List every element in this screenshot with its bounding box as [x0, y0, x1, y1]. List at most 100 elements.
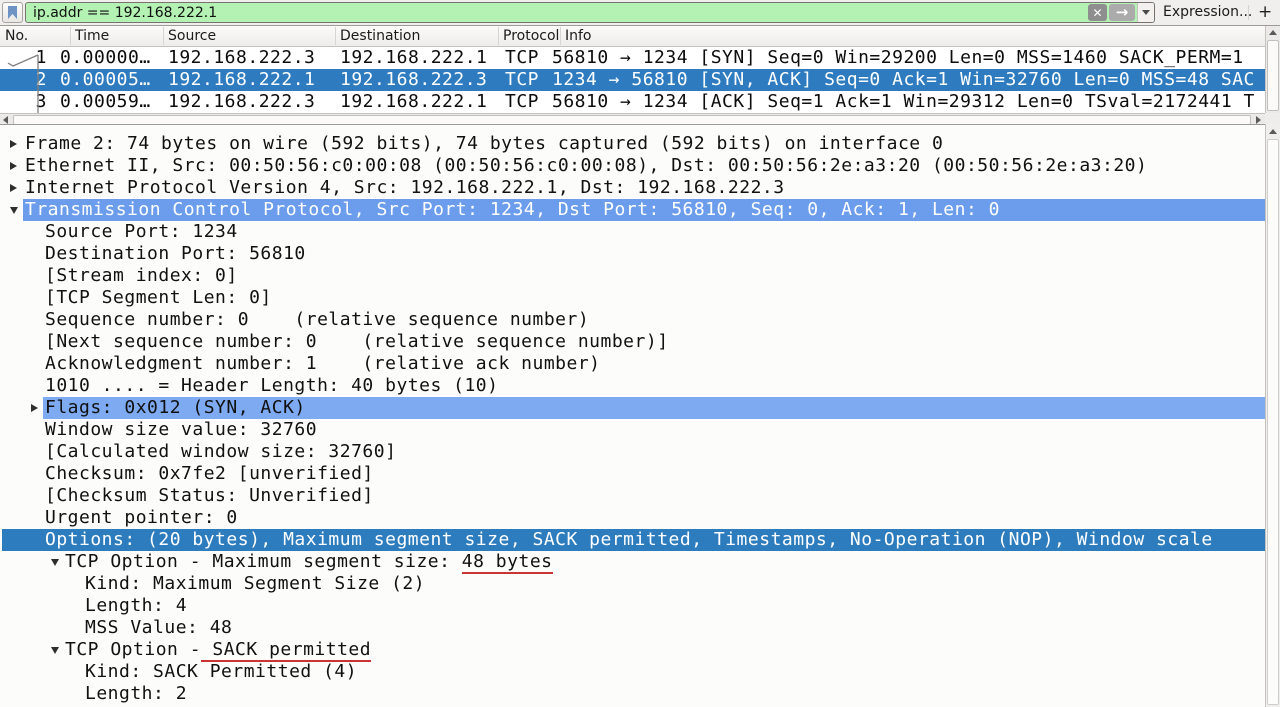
detail-row[interactable]: 1010 .... = Header Length: 40 bytes (10)	[0, 375, 1265, 397]
detail-row[interactable]: Destination Port: 56810	[0, 243, 1265, 265]
detail-text: Urgent pointer: 0	[45, 507, 238, 529]
column-header-source[interactable]: Source	[168, 28, 216, 44]
column-header-protocol[interactable]: Protocol	[503, 28, 559, 44]
detail-row[interactable]: Options: (20 bytes), Maximum segment siz…	[0, 529, 1265, 551]
detail-text: Kind: Maximum Segment Size (2)	[85, 573, 425, 595]
detail-row[interactable]: Checksum: 0x7fe2 [unverified]	[0, 463, 1265, 485]
detail-row[interactable]: [Stream index: 0]	[0, 265, 1265, 287]
detail-text: Checksum: 0x7fe2 [unverified]	[45, 463, 374, 485]
scroll-right-icon[interactable]	[1256, 116, 1261, 124]
detail-row[interactable]: Length: 2	[0, 683, 1265, 705]
collapse-toggle-icon[interactable]	[10, 207, 18, 214]
detail-text: Acknowledgment number: 1 (relative ack n…	[45, 353, 601, 375]
column-header-no[interactable]: No.	[5, 28, 28, 44]
packet-cell: 3	[0, 91, 47, 113]
details-vertical-scrollbar[interactable]	[1265, 124, 1280, 707]
display-filter-input[interactable]: ip.addr == 192.168.222.1 ✕ →	[25, 2, 1155, 23]
detail-row[interactable]: Transmission Control Protocol, Src Port:…	[0, 199, 1265, 221]
detail-row[interactable]: Frame 2: 74 bytes on wire (592 bits), 74…	[0, 133, 1265, 155]
packet-row[interactable]: 20.00005…192.168.222.1192.168.222.3TCP12…	[0, 69, 1265, 91]
detail-row[interactable]: Kind: SACK Permitted (4)	[0, 661, 1265, 683]
packet-list-vertical-scrollbar[interactable]	[1265, 26, 1280, 113]
vertical-scroll-thumb[interactable]	[1267, 40, 1279, 111]
detail-text: Sequence number: 0 (relative sequence nu…	[45, 309, 589, 331]
detail-row[interactable]: Flags: 0x012 (SYN, ACK)	[0, 397, 1265, 419]
detail-row[interactable]: Urgent pointer: 0	[0, 507, 1265, 529]
column-header-destination[interactable]: Destination	[340, 28, 420, 44]
detail-text: [TCP Segment Len: 0]	[45, 287, 272, 309]
column-separator[interactable]	[498, 27, 499, 45]
packet-row[interactable]: 10.00000…192.168.222.3192.168.222.1TCP56…	[0, 47, 1265, 69]
detail-row[interactable]: Kind: Maximum Segment Size (2)	[0, 573, 1265, 595]
expand-toggle-icon[interactable]	[31, 404, 38, 412]
column-separator[interactable]	[560, 27, 561, 45]
detail-text: [Next sequence number: 0 (relative seque…	[45, 331, 669, 353]
column-separator[interactable]	[70, 27, 71, 45]
collapse-toggle-icon[interactable]	[51, 559, 59, 566]
packet-cell: 192.168.222.3	[168, 47, 315, 69]
detail-text: 1010 .... = Header Length: 40 bytes (10)	[45, 375, 498, 397]
red-underlined-text: SACK permitted	[201, 639, 371, 662]
packet-cell: TCP	[505, 69, 539, 91]
detail-row[interactable]: Internet Protocol Version 4, Src: 192.16…	[0, 177, 1265, 199]
detail-text: Frame 2: 74 bytes on wire (592 bits), 74…	[25, 133, 943, 155]
packet-cell: 1	[0, 47, 47, 69]
detail-row[interactable]: TCP Option - Maximum segment size: 48 by…	[0, 551, 1265, 573]
filter-history-dropdown[interactable]	[1137, 3, 1154, 22]
clear-filter-button[interactable]: ✕	[1088, 4, 1107, 21]
packet-cell: 0.00000…	[60, 47, 151, 69]
scroll-up-icon[interactable]	[1269, 30, 1277, 35]
column-header-info[interactable]: Info	[565, 28, 592, 44]
detail-text: Window size value: 32760	[45, 419, 317, 441]
detail-text: TCP Option - Maximum segment size: 48 by…	[65, 551, 553, 573]
column-separator[interactable]	[163, 27, 164, 45]
toolbar-separator	[1248, 5, 1249, 20]
detail-row[interactable]: Ethernet II, Src: 00:50:56:c0:00:08 (00:…	[0, 155, 1265, 177]
filter-value[interactable]: ip.addr == 192.168.222.1	[26, 5, 1088, 21]
detail-row[interactable]: Length: 4	[0, 595, 1265, 617]
detail-row[interactable]: TCP Option - SACK permitted	[0, 639, 1265, 661]
packet-cell: 192.168.222.1	[168, 69, 315, 91]
expand-toggle-icon[interactable]	[10, 162, 17, 170]
detail-text: MSS Value: 48	[85, 617, 232, 639]
detail-row[interactable]: Acknowledgment number: 1 (relative ack n…	[0, 353, 1265, 375]
detail-row[interactable]: [Next sequence number: 0 (relative seque…	[0, 331, 1265, 353]
filter-bookmark-button[interactable]	[2, 2, 23, 23]
packet-cell: 1234 → 56810 [SYN, ACK] Seq=0 Ack=1 Win=…	[552, 69, 1264, 91]
expand-toggle-icon[interactable]	[10, 140, 17, 148]
add-filter-button[interactable]: +	[1258, 2, 1272, 22]
packet-row[interactable]: 30.00059…192.168.222.3192.168.222.1TCP56…	[0, 91, 1265, 113]
detail-row[interactable]: [Checksum Status: Unverified]	[0, 485, 1265, 507]
detail-text: Kind: SACK Permitted (4)	[85, 661, 357, 683]
scroll-up-icon[interactable]	[1269, 129, 1277, 134]
packet-cell: 56810 → 1234 [SYN] Seq=0 Win=29200 Len=0…	[552, 47, 1264, 69]
detail-text: Flags: 0x012 (SYN, ACK)	[43, 397, 1265, 419]
packet-cell: 192.168.222.1	[340, 91, 487, 113]
packet-details: Frame 2: 74 bytes on wire (592 bits), 74…	[0, 124, 1265, 707]
packet-cell: 2	[0, 69, 47, 91]
detail-row[interactable]: Window size value: 32760	[0, 419, 1265, 441]
packet-list-header: No. Time Source Destination Protocol Inf…	[0, 26, 1265, 47]
expression-button[interactable]: Expression...	[1163, 4, 1252, 20]
collapse-toggle-icon[interactable]	[51, 647, 59, 654]
details-scroll-thumb[interactable]	[1267, 139, 1279, 705]
wireshark-window: ip.addr == 192.168.222.1 ✕ → Expression.…	[0, 0, 1280, 707]
red-underlined-text: 48 bytes	[462, 551, 553, 574]
column-header-time[interactable]: Time	[75, 28, 109, 44]
packet-list-horizontal-scrollbar[interactable]	[0, 113, 1265, 124]
detail-row[interactable]: Source Port: 1234	[0, 221, 1265, 243]
detail-row[interactable]: [TCP Segment Len: 0]	[0, 287, 1265, 309]
scroll-left-icon[interactable]	[3, 116, 8, 124]
detail-row[interactable]: Sequence number: 0 (relative sequence nu…	[0, 309, 1265, 331]
packet-list: 10.00000…192.168.222.3192.168.222.1TCP56…	[0, 47, 1265, 113]
detail-row[interactable]: [Calculated window size: 32760]	[0, 441, 1265, 463]
apply-filter-button[interactable]: →	[1109, 4, 1135, 21]
column-separator[interactable]	[335, 27, 336, 45]
packet-cell: TCP	[505, 91, 539, 113]
packet-cell: 0.00059…	[60, 91, 151, 113]
expand-toggle-icon[interactable]	[10, 184, 17, 192]
detail-text: [Calculated window size: 32760]	[45, 441, 396, 463]
detail-row[interactable]: MSS Value: 48	[0, 617, 1265, 639]
detail-text: Source Port: 1234	[45, 221, 238, 243]
packet-cell: 56810 → 1234 [ACK] Seq=1 Ack=1 Win=29312…	[552, 91, 1264, 113]
